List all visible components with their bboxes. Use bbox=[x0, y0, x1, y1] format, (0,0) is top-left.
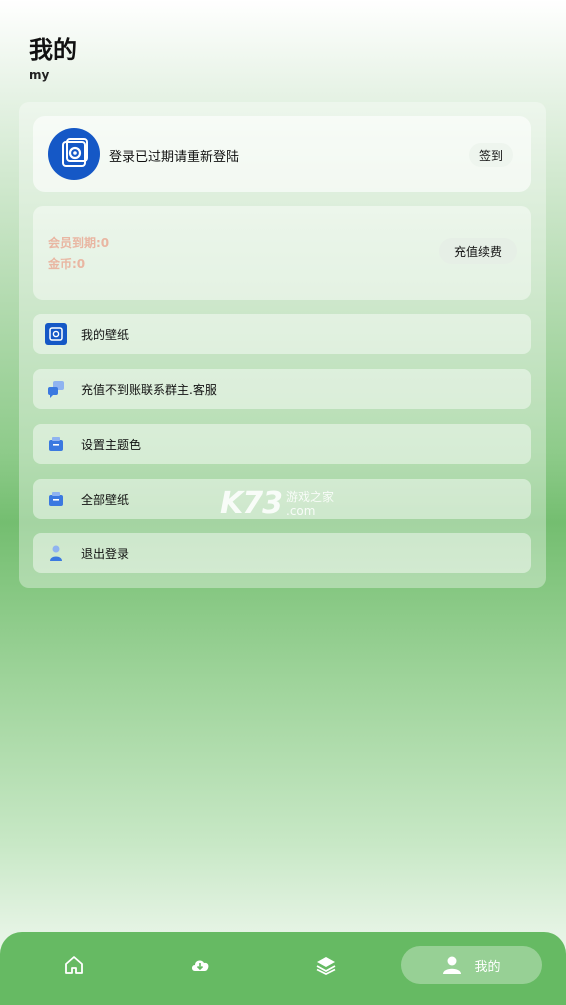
vip-expire-text: 会员到期:0 bbox=[48, 236, 110, 250]
layers-icon bbox=[316, 957, 336, 976]
menu-item-all-wallpapers[interactable]: 全部壁纸 bbox=[33, 479, 531, 519]
menu-item-label: 充值不到账联系群主.客服 bbox=[81, 382, 217, 397]
signin-button[interactable]: 签到 bbox=[468, 143, 513, 167]
gallery-icon bbox=[45, 323, 67, 345]
menu-item-label: 全部壁纸 bbox=[81, 492, 130, 507]
bottom-tab-bar: 我的 bbox=[0, 932, 566, 1005]
user-card[interactable]: 登录已过期请重新登陆 签到 bbox=[33, 116, 531, 192]
user-icon bbox=[45, 542, 67, 564]
menu-item-my-wallpapers[interactable]: 我的壁纸 bbox=[33, 314, 531, 354]
folder-icon bbox=[45, 488, 67, 510]
menu-item-label: 设置主题色 bbox=[81, 437, 142, 452]
coins-text: 金币:0 bbox=[48, 257, 86, 271]
menu-item-contact-support[interactable]: 充值不到账联系群主.客服 bbox=[33, 369, 531, 409]
page-title: 我的 bbox=[29, 36, 77, 64]
avatar[interactable] bbox=[48, 128, 100, 180]
tab-home[interactable] bbox=[52, 946, 96, 984]
recharge-button[interactable]: 充值续费 bbox=[438, 238, 517, 264]
tab-download[interactable] bbox=[178, 946, 222, 984]
person-icon bbox=[443, 956, 462, 974]
page-subtitle: my bbox=[29, 68, 50, 82]
menu-item-label: 我的壁纸 bbox=[81, 327, 130, 342]
chat-icon bbox=[45, 378, 67, 400]
home-icon bbox=[65, 956, 83, 974]
tab-mine[interactable]: 我的 bbox=[401, 946, 542, 984]
login-status-text[interactable]: 登录已过期请重新登陆 bbox=[109, 146, 239, 165]
settings-photo-icon bbox=[62, 138, 88, 167]
page-header: 我的 my bbox=[29, 36, 77, 82]
profile-panel: 登录已过期请重新登陆 签到 会员到期:0 金币:0 充值续费 我的壁纸 充值不到… bbox=[19, 102, 546, 588]
tab-categories[interactable] bbox=[304, 946, 348, 984]
palette-icon bbox=[45, 433, 67, 455]
tab-label: 我的 bbox=[474, 959, 501, 975]
menu-item-theme-color[interactable]: 设置主题色 bbox=[33, 424, 531, 464]
menu-item-label: 退出登录 bbox=[81, 546, 130, 561]
cloud-download-icon bbox=[192, 960, 209, 971]
vip-card: 会员到期:0 金币:0 充值续费 bbox=[33, 206, 531, 300]
menu-item-logout[interactable]: 退出登录 bbox=[33, 533, 531, 573]
